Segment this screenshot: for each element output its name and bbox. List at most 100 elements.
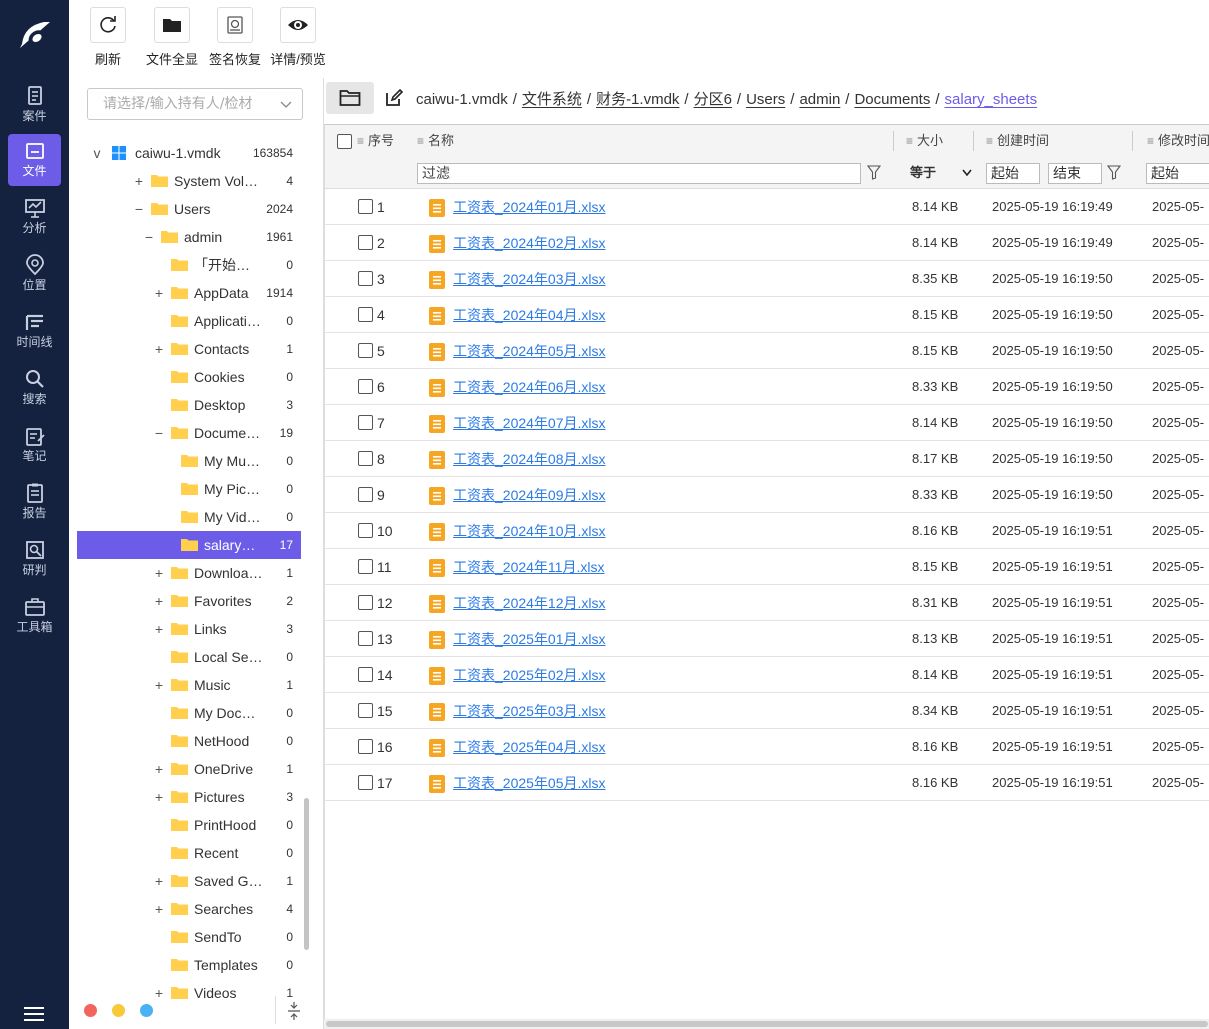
- row-checkbox[interactable]: [358, 307, 373, 322]
- table-row[interactable]: 13 工资表_2025年01月.xlsx 8.13 KB 2025-05-19 16:…: [325, 621, 1209, 657]
- row-checkbox[interactable]: [358, 451, 373, 466]
- row-checkbox[interactable]: [358, 343, 373, 358]
- tree-node[interactable]: − admin 1961: [77, 223, 301, 251]
- nav-item-case[interactable]: 案件: [8, 79, 61, 131]
- breadcrumb-segment[interactable]: Documents: [854, 91, 930, 108]
- table-row[interactable]: 10 工资表_2024年10月.xlsx 8.16 KB 2025-05-19 16:…: [325, 513, 1209, 549]
- nav-item-notes[interactable]: 笔记: [8, 419, 61, 471]
- file-name-link[interactable]: 工资表_2025年03月.xlsx: [453, 693, 606, 729]
- row-checkbox[interactable]: [358, 271, 373, 286]
- tree-node[interactable]: My Videos 0: [77, 503, 301, 531]
- breadcrumb-segment[interactable]: caiwu-1.vmdk: [416, 91, 508, 108]
- row-checkbox[interactable]: [358, 631, 373, 646]
- signature-recovery-button[interactable]: 签名恢复: [202, 7, 268, 68]
- tree-node[interactable]: Templates 0: [77, 951, 301, 979]
- tree-node[interactable]: Application ... 0: [77, 307, 301, 335]
- refresh-button[interactable]: 刷新: [75, 7, 141, 68]
- file-name-link[interactable]: 工资表_2025年04月.xlsx: [453, 729, 606, 765]
- tree-node[interactable]: + OneDrive 1: [77, 755, 301, 783]
- holder-select[interactable]: 请选择/输入持有人/检材: [87, 88, 303, 120]
- expand-icon[interactable]: +: [153, 279, 165, 307]
- table-row[interactable]: 12 工资表_2024年12月.xlsx 8.31 KB 2025-05-19 16:…: [325, 585, 1209, 621]
- collapse-icon[interactable]: −: [153, 419, 165, 447]
- file-name-link[interactable]: 工资表_2024年04月.xlsx: [453, 297, 606, 333]
- table-row[interactable]: 16 工资表_2025年04月.xlsx 8.16 KB 2025-05-19 16:…: [325, 729, 1209, 765]
- file-name-link[interactable]: 工资表_2024年03月.xlsx: [453, 261, 606, 297]
- col-name-header[interactable]: ≡ 名称: [417, 125, 454, 157]
- col-divider[interactable]: [1132, 131, 1133, 151]
- file-name-link[interactable]: 工资表_2024年06月.xlsx: [453, 369, 606, 405]
- row-checkbox[interactable]: [358, 703, 373, 718]
- file-name-link[interactable]: 工资表_2024年12月.xlsx: [453, 585, 606, 621]
- nav-item-search[interactable]: 搜索: [8, 362, 61, 414]
- nav-item-report[interactable]: 报告: [8, 476, 61, 528]
- tree-node[interactable]: Desktop 3: [77, 391, 301, 419]
- tree-node[interactable]: Local Settings 0: [77, 643, 301, 671]
- file-name-link[interactable]: 工资表_2024年02月.xlsx: [453, 225, 606, 261]
- filter-icon[interactable]: [1107, 165, 1121, 180]
- row-checkbox[interactable]: [358, 523, 373, 538]
- table-row[interactable]: 14 工资表_2025年02月.xlsx 8.14 KB 2025-05-19 16:…: [325, 657, 1209, 693]
- tree-node[interactable]: + AppData 1914: [77, 279, 301, 307]
- file-name-link[interactable]: 工资表_2025年01月.xlsx: [453, 621, 606, 657]
- tree-node[interactable]: − Users 2024: [77, 195, 301, 223]
- name-filter-input[interactable]: 过滤: [417, 163, 861, 184]
- table-row[interactable]: 1 工资表_2024年01月.xlsx 8.14 KB 2025-05-19 16:1…: [325, 189, 1209, 225]
- details-preview-button[interactable]: 详情/预览: [265, 7, 331, 68]
- tree-node[interactable]: My Pictures 0: [77, 475, 301, 503]
- edit-path-icon[interactable]: [384, 88, 404, 108]
- blue-dot[interactable]: [140, 1004, 153, 1017]
- row-checkbox[interactable]: [358, 379, 373, 394]
- tree-node[interactable]: + Links 3: [77, 615, 301, 643]
- tree-node[interactable]: 「开始」菜单 0: [77, 251, 301, 279]
- table-row[interactable]: 6 工资表_2024年06月.xlsx 8.33 KB 2025-05-19 16:1…: [325, 369, 1209, 405]
- red-dot[interactable]: [84, 1004, 97, 1017]
- menu-icon[interactable]: [24, 1006, 44, 1022]
- tree-node[interactable]: PrintHood 0: [77, 811, 301, 839]
- tree-node[interactable]: My Documen... 0: [77, 699, 301, 727]
- nav-item-toolbox[interactable]: 工具箱: [8, 590, 61, 642]
- tree-scrollbar[interactable]: [304, 798, 309, 950]
- select-all-checkbox[interactable]: [337, 125, 352, 157]
- table-row[interactable]: 15 工资表_2025年03月.xlsx 8.34 KB 2025-05-19 16:…: [325, 693, 1209, 729]
- row-checkbox[interactable]: [358, 415, 373, 430]
- col-divider[interactable]: [893, 131, 894, 151]
- row-checkbox[interactable]: [358, 559, 373, 574]
- file-name-link[interactable]: 工资表_2024年11月.xlsx: [453, 549, 604, 585]
- expand-icon[interactable]: +: [153, 615, 165, 643]
- size-operator-select[interactable]: 等于: [906, 163, 974, 184]
- modified-start-input[interactable]: 起始: [1146, 163, 1209, 184]
- row-checkbox[interactable]: [358, 235, 373, 250]
- collapse-icon[interactable]: −: [133, 195, 145, 223]
- folder-view-button[interactable]: [326, 82, 374, 114]
- expand-icon[interactable]: +: [153, 783, 165, 811]
- tree-node[interactable]: Cookies 0: [77, 363, 301, 391]
- tree-node[interactable]: + Videos 1: [77, 979, 301, 1007]
- tree-node[interactable]: + Downloads 1: [77, 559, 301, 587]
- file-name-link[interactable]: 工资表_2025年02月.xlsx: [453, 657, 606, 693]
- table-row[interactable]: 2 工资表_2024年02月.xlsx 8.14 KB 2025-05-19 16:1…: [325, 225, 1209, 261]
- breadcrumb-segment[interactable]: 财务-1.vmdk: [596, 91, 679, 108]
- col-index-header[interactable]: ≡ 序号: [357, 125, 394, 157]
- file-name-link[interactable]: 工资表_2024年09月.xlsx: [453, 477, 606, 513]
- created-end-input[interactable]: 结束: [1048, 163, 1102, 184]
- tree-node[interactable]: salary_she... 17: [77, 531, 301, 559]
- filter-icon[interactable]: [867, 165, 881, 180]
- table-row[interactable]: 4 工资表_2024年04月.xlsx 8.15 KB 2025-05-19 16:1…: [325, 297, 1209, 333]
- tree-node[interactable]: + Music 1: [77, 671, 301, 699]
- nav-item-location[interactable]: 位置: [8, 248, 61, 300]
- expand-icon[interactable]: +: [153, 335, 165, 363]
- expand-icon[interactable]: +: [153, 671, 165, 699]
- nav-item-analysis[interactable]: 分析: [8, 191, 61, 243]
- row-checkbox[interactable]: [358, 667, 373, 682]
- tree-node[interactable]: NetHood 0: [77, 727, 301, 755]
- col-divider[interactable]: [973, 131, 974, 151]
- breadcrumb-segment[interactable]: Users: [746, 91, 785, 108]
- file-name-link[interactable]: 工资表_2024年08月.xlsx: [453, 441, 606, 477]
- breadcrumb-segment[interactable]: admin: [799, 91, 840, 108]
- tree-node[interactable]: + Pictures 3: [77, 783, 301, 811]
- breadcrumb-segment[interactable]: 文件系统: [522, 91, 582, 108]
- collapse-all-icon[interactable]: [287, 1001, 301, 1021]
- breadcrumb-segment[interactable]: salary_sheets: [945, 91, 1038, 108]
- table-row[interactable]: 5 工资表_2024年05月.xlsx 8.15 KB 2025-05-19 16:1…: [325, 333, 1209, 369]
